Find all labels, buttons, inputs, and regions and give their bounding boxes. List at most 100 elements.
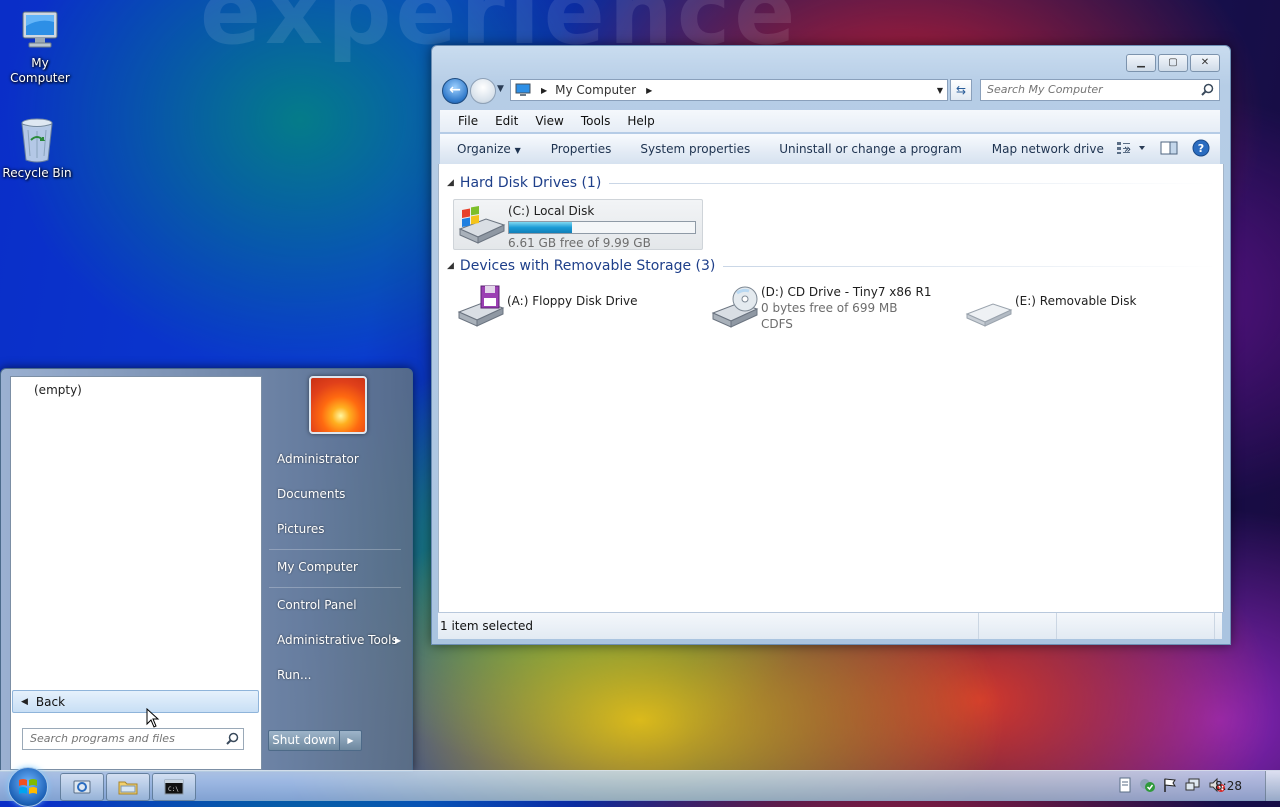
removable-disk-icon	[961, 282, 1015, 330]
taskbar: C:\ 8:28	[0, 767, 1280, 807]
taskbar-internet-explorer[interactable]	[60, 773, 104, 801]
uninstall-program-button[interactable]: Uninstall or change a program	[779, 142, 962, 156]
desktop-icon-recycle-bin[interactable]: Recycle Bin	[0, 116, 77, 181]
computer-icon	[515, 83, 531, 96]
properties-button[interactable]: Properties	[551, 142, 612, 156]
chevron-down-icon: ▼	[514, 146, 521, 155]
close-button[interactable]: ✕	[1190, 54, 1220, 72]
shutdown-button[interactable]: Shut down	[268, 730, 340, 751]
breadcrumb-my-computer[interactable]: My Computer	[555, 83, 636, 97]
system-properties-button[interactable]: System properties	[640, 142, 750, 156]
menu-edit[interactable]: Edit	[495, 114, 518, 128]
start-link-administrator[interactable]: Administrator	[277, 452, 359, 466]
drive-d-cd[interactable]: (D:) CD Drive - Tiny7 x86 R1 0 bytes fre…	[707, 282, 947, 332]
tray-network-icon[interactable]	[1184, 777, 1202, 796]
menu-tools[interactable]: Tools	[581, 114, 611, 128]
drive-a-floppy[interactable]: (A:) Floppy Disk Drive	[453, 282, 693, 330]
monitor-icon	[22, 11, 58, 48]
chevron-right-icon: ▶	[347, 736, 354, 745]
system-tray	[1118, 777, 1226, 796]
address-bar[interactable]: ▶ My Computer ▶ ▼	[510, 79, 948, 101]
drive-usage-bar	[508, 221, 696, 234]
menu-view[interactable]: View	[535, 114, 563, 128]
status-divider	[978, 613, 979, 639]
floppy-drive-icon	[453, 282, 507, 330]
menu-file[interactable]: File	[458, 114, 478, 128]
hard-disk-icon	[454, 200, 508, 249]
cd-drive-icon	[707, 282, 761, 332]
drive-e-removable[interactable]: (E:) Removable Disk	[961, 282, 1201, 330]
taskbar-command-prompt[interactable]: C:\	[152, 773, 196, 801]
maximize-button[interactable]: ▢	[1158, 54, 1188, 72]
svg-text:C:\: C:\	[168, 786, 179, 793]
show-desktop-button[interactable]	[1265, 771, 1280, 801]
view-controls: ?	[1116, 139, 1210, 160]
start-link-documents[interactable]: Documents	[277, 487, 345, 501]
command-prompt-icon: C:\	[164, 779, 184, 795]
drive-c-local-disk[interactable]: (C:) Local Disk 6.61 GB free of 9.99 GB	[453, 199, 703, 250]
drive-usage-fill	[509, 222, 573, 233]
change-view-button[interactable]	[1116, 141, 1146, 158]
recycle-bin-icon	[21, 118, 53, 163]
refresh-button[interactable]: ⇆	[950, 79, 972, 101]
search-icon[interactable]	[1201, 83, 1214, 96]
map-network-drive-button[interactable]: Map network drive	[992, 142, 1104, 156]
organize-button[interactable]: Organize ▼	[457, 142, 521, 156]
start-menu-separator	[269, 587, 401, 588]
desktop-icon-my-computer[interactable]: My Computer	[0, 8, 80, 86]
search-box	[980, 79, 1220, 101]
chevron-right-icon[interactable]: ▶	[646, 86, 652, 95]
programs-empty-label: (empty)	[34, 383, 82, 397]
tray-flag-icon[interactable]	[1162, 777, 1178, 796]
drive-free-space: 0 bytes free of 699 MB	[761, 301, 898, 315]
chevron-left-icon: ◀	[21, 696, 28, 707]
window-controls: ▁ ▢ ✕	[1126, 54, 1220, 72]
taskbar-clock[interactable]: 8:28	[1215, 779, 1242, 793]
recent-pages-dropdown[interactable]: ▼	[497, 84, 504, 94]
start-menu-separator	[269, 549, 401, 550]
drive-free-space: 6.61 GB free of 9.99 GB	[508, 236, 651, 250]
preview-pane-icon	[1160, 141, 1178, 155]
start-link-administrative-tools[interactable]: Administrative Tools	[277, 633, 398, 647]
drive-name: (C:) Local Disk	[508, 204, 595, 218]
group-divider	[723, 265, 1217, 267]
tray-document-icon[interactable]	[1118, 777, 1132, 796]
taskbar-windows-explorer[interactable]	[106, 773, 150, 801]
preview-pane-button[interactable]	[1160, 141, 1178, 158]
back-button[interactable]: ◀ Back	[12, 690, 259, 713]
group-header-hard-disk[interactable]: ◢ Hard Disk Drives (1)	[447, 175, 1217, 191]
menu-bar: File Edit View Tools Help	[440, 110, 1220, 132]
maximize-icon: ▢	[1168, 57, 1178, 68]
group-title: Hard Disk Drives (1)	[459, 175, 602, 191]
forward-button[interactable]	[470, 78, 496, 104]
start-link-pictures[interactable]: Pictures	[277, 522, 325, 536]
search-icon[interactable]	[226, 732, 239, 745]
back-button[interactable]: ←	[442, 78, 468, 104]
tray-security-icon[interactable]	[1138, 777, 1156, 796]
search-input[interactable]	[981, 80, 1193, 98]
file-list: ◢ Hard Disk Drives (1) (C:) Local Disk 6…	[438, 164, 1224, 612]
start-button[interactable]	[8, 767, 48, 807]
group-title: Devices with Removable Storage (3)	[459, 258, 716, 274]
help-button[interactable]: ?	[1192, 139, 1210, 160]
start-link-control-panel[interactable]: Control Panel	[277, 598, 357, 612]
address-dropdown-icon[interactable]: ▼	[937, 86, 943, 95]
start-link-run[interactable]: Run...	[277, 668, 311, 682]
menu-help[interactable]: Help	[627, 114, 654, 128]
minimize-button[interactable]: ▁	[1126, 54, 1156, 72]
start-link-my-computer[interactable]: My Computer	[277, 560, 358, 574]
group-header-removable-storage[interactable]: ◢ Devices with Removable Storage (3)	[447, 258, 1217, 274]
status-divider	[1056, 613, 1057, 639]
collapse-icon[interactable]: ◢	[447, 261, 454, 271]
view-icon	[1117, 142, 1145, 154]
collapse-icon[interactable]: ◢	[447, 178, 454, 188]
help-icon: ?	[1192, 139, 1210, 157]
submenu-arrow-icon: ▶	[395, 636, 402, 645]
user-avatar[interactable]	[309, 376, 367, 434]
desktop-icon-label: Recycle Bin	[2, 166, 72, 180]
drive-filesystem: CDFS	[761, 317, 793, 331]
start-search-input[interactable]	[23, 729, 227, 747]
close-icon: ✕	[1200, 57, 1210, 68]
shutdown-options-button[interactable]: ▶	[339, 730, 362, 751]
organize-label: Organize	[457, 142, 511, 156]
